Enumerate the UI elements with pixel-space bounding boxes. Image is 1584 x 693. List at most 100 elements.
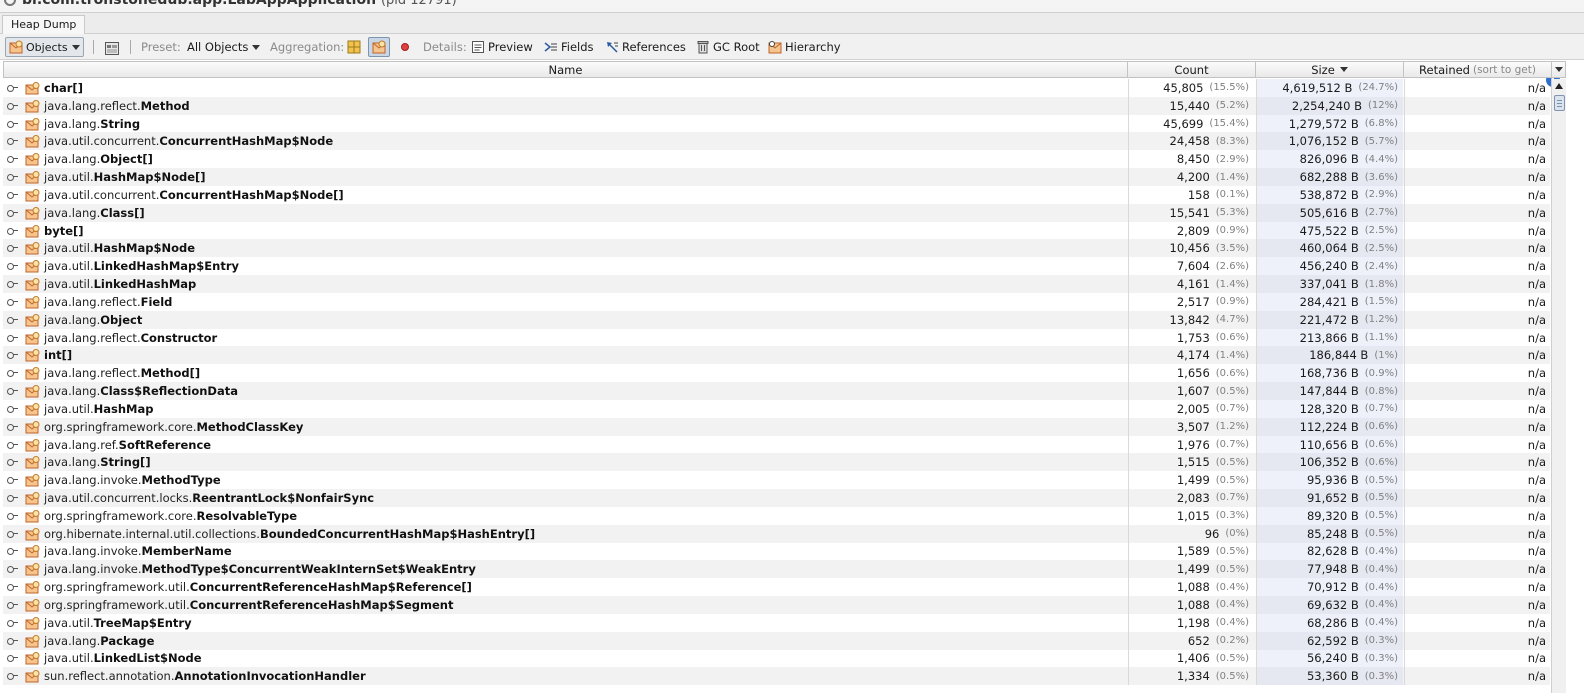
expand-node-icon[interactable] — [7, 297, 18, 307]
table-row[interactable]: java.util. TreeMap$Entry 1,198 (0.4%) 68,286… — [3, 613, 1550, 632]
class-icon — [25, 544, 40, 558]
table-row[interactable]: org.springframework.core. ResolvableType 1… — [3, 506, 1550, 525]
table-row[interactable]: java.util. LinkedList$Node 1,406 (0.5%) 56,2… — [3, 649, 1550, 668]
table-row[interactable]: java.lang.invoke. MethodType$ConcurrentWe… — [3, 560, 1550, 579]
class-icon — [25, 224, 40, 238]
expand-node-icon[interactable] — [7, 154, 18, 164]
snapshot-button[interactable] — [104, 38, 121, 56]
retained-value: n/a — [1527, 562, 1546, 577]
table-row[interactable]: java.util. HashMap$Node[] 4,200 (1.4%) 682,2… — [3, 168, 1550, 186]
table-row[interactable]: java.util.concurrent. ConcurrentHashMap$N… — [3, 132, 1550, 151]
expand-node-icon[interactable] — [7, 404, 18, 414]
expand-node-icon[interactable] — [7, 83, 18, 93]
expand-node-icon[interactable] — [7, 600, 18, 610]
scrollbar-thumb[interactable] — [1554, 95, 1565, 111]
table-row[interactable]: java.lang.reflect. Constructor 1,753 (0.6%)… — [3, 328, 1550, 347]
expand-node-icon[interactable] — [7, 368, 18, 378]
gc-root-button[interactable]: GC Root — [696, 38, 760, 56]
table-row[interactable]: org.springframework.util. ConcurrentRefer… — [3, 578, 1550, 597]
table-row[interactable]: java.lang.reflect. Method 15,440 (5.2%) 2,25… — [3, 96, 1550, 115]
expand-node-icon[interactable] — [7, 243, 18, 253]
expand-node-icon[interactable] — [7, 208, 18, 218]
expand-node-icon[interactable] — [7, 564, 18, 574]
table-row[interactable]: java.lang.invoke. MemberName 1,589 (0.5%) 82… — [3, 542, 1550, 561]
expand-node-icon[interactable] — [7, 493, 18, 503]
column-header-name[interactable]: Name — [4, 62, 1128, 77]
hierarchy-button[interactable]: Hierarchy — [768, 38, 841, 56]
aggregate-classes-button[interactable] — [368, 37, 390, 57]
expand-node-icon[interactable] — [7, 172, 18, 182]
table-row[interactable]: java.lang.ref. SoftReference 1,976 (0.7%) 11… — [3, 435, 1550, 454]
cell-size: 337,041 B (1.8%) — [1256, 275, 1403, 293]
expand-node-icon[interactable] — [7, 350, 18, 360]
table-row[interactable]: java.lang. String 45,699 (15.4%) 1,279,572 B… — [3, 114, 1550, 133]
table-row[interactable]: java.util.concurrent. ConcurrentHashMap$N… — [3, 185, 1550, 204]
column-header-retained[interactable]: Retained (sort to get) — [1404, 62, 1551, 77]
scroll-up-icon[interactable] — [1555, 83, 1563, 89]
preset-dropdown[interactable]: All Objects — [187, 38, 261, 56]
tab-heap-dump[interactable]: Heap Dump — [2, 15, 86, 34]
class-name: byte[] — [44, 223, 84, 238]
vertical-scrollbar[interactable] — [1551, 79, 1566, 693]
column-header-count[interactable]: Count — [1128, 62, 1256, 77]
column-header-size[interactable]: Size — [1256, 62, 1404, 77]
aggregate-packages-button[interactable] — [347, 38, 364, 56]
objects-view-dropdown[interactable]: Objects — [5, 37, 84, 57]
expand-node-icon[interactable] — [7, 119, 18, 129]
table-row[interactable]: java.lang. Class$ReflectionData 1,607 (0.5%… — [3, 382, 1550, 400]
table-row[interactable]: java.lang. Class[] 15,541 (5.3%) 505,616 B (2… — [3, 203, 1550, 222]
expand-node-icon[interactable] — [7, 636, 18, 646]
cell-name: java.util. LinkedHashMap$Entry — [3, 257, 1127, 275]
table-row[interactable]: java.util.concurrent.locks. ReentrantLock… — [3, 489, 1550, 507]
table-row[interactable]: char[] 45,805 (15.5%) 4,619,512 B (24.7%) n/a — [3, 79, 1550, 97]
table-row[interactable]: java.util. HashMap 2,005 (0.7%) 128,320 B (0.… — [3, 399, 1550, 418]
package-name: java.util. — [44, 277, 94, 292]
table-row[interactable]: byte[] 2,809 (0.9%) 475,522 B (2.5%) n/a — [3, 221, 1550, 240]
expand-node-icon[interactable] — [7, 136, 18, 146]
table-row[interactable]: java.util. LinkedHashMap 4,161 (1.4%) 337,04… — [3, 275, 1550, 293]
expand-node-icon[interactable] — [7, 618, 18, 628]
expand-node-icon[interactable] — [7, 546, 18, 556]
expand-node-icon[interactable] — [7, 386, 18, 396]
fields-button[interactable]: Fields — [544, 38, 594, 56]
expand-node-icon[interactable] — [7, 653, 18, 663]
cell-size: 4,619,512 B (24.7%) — [1256, 79, 1403, 97]
references-button[interactable]: References — [605, 38, 686, 56]
expand-node-icon[interactable] — [7, 529, 18, 539]
class-name: Constructor — [140, 330, 218, 345]
expand-node-icon[interactable] — [7, 422, 18, 432]
expand-node-icon[interactable] — [7, 671, 18, 681]
table-row[interactable]: org.springframework.util. ConcurrentRefer… — [3, 596, 1550, 614]
table-row[interactable]: java.lang. Object[] 8,450 (2.9%) 826,096 B (4… — [3, 150, 1550, 169]
cell-size: 1,076,152 B (5.7%) — [1256, 132, 1403, 151]
table-row[interactable]: java.lang. String[] 1,515 (0.5%) 106,352 B (0… — [3, 453, 1550, 472]
expand-node-icon[interactable] — [7, 101, 18, 111]
column-chooser-button[interactable] — [1551, 61, 1566, 78]
retained-value: n/a — [1527, 134, 1546, 149]
expand-node-icon[interactable] — [7, 261, 18, 271]
expand-node-icon[interactable] — [7, 440, 18, 450]
preview-button[interactable]: Preview — [471, 38, 533, 56]
table-row[interactable]: int[] 4,174 (1.4%) 186,844 B (1%) n/a — [3, 346, 1550, 365]
expand-node-icon[interactable] — [7, 511, 18, 521]
expand-node-icon[interactable] — [7, 582, 18, 592]
table-row[interactable]: java.util. HashMap$Node 10,456 (3.5%) 460,06… — [3, 239, 1550, 258]
table-row[interactable]: java.util. LinkedHashMap$Entry 7,604 (2.6%)… — [3, 257, 1550, 276]
table-row[interactable]: java.lang. Package 652 (0.2%) 62,592 B (0.3%)… — [3, 631, 1550, 650]
expand-node-icon[interactable] — [7, 190, 18, 200]
table-row[interactable]: java.lang.invoke. MethodType 1,499 (0.5%) 95… — [3, 471, 1550, 490]
expand-node-icon[interactable] — [7, 457, 18, 467]
expand-node-icon[interactable] — [7, 475, 18, 485]
expand-node-icon[interactable] — [7, 315, 18, 325]
record-button[interactable] — [398, 38, 415, 56]
table-row[interactable]: sun.reflect.annotation. AnnotationInvocat… — [3, 667, 1550, 686]
expand-node-icon[interactable] — [7, 279, 18, 289]
expand-node-icon[interactable] — [7, 226, 18, 236]
table-row[interactable]: java.lang. Object 13,842 (4.7%) 221,472 B (1.… — [3, 310, 1550, 329]
expand-node-icon[interactable] — [7, 333, 18, 343]
cell-retained: n/a — [1404, 346, 1550, 365]
table-row[interactable]: java.lang.reflect. Method[] 1,656 (0.6%) 168… — [3, 364, 1550, 383]
table-row[interactable]: java.lang.reflect. Field 2,517 (0.9%) 284,42… — [3, 292, 1550, 311]
table-row[interactable]: org.springframework.core. MethodClassKey 3… — [3, 417, 1550, 436]
table-row[interactable]: org.hibernate.internal.util.collections.… — [3, 524, 1550, 543]
